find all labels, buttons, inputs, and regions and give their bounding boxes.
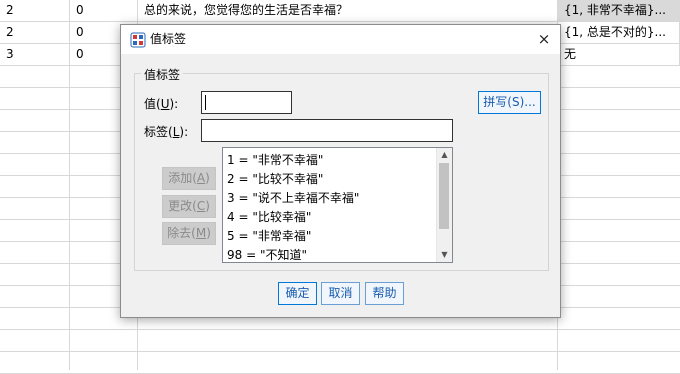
- value-field-label: 值(U):: [144, 97, 179, 111]
- table-row[interactable]: 2 0 总的来说，您觉得您的生活是否幸福？ {1, 非常不幸福}...: [0, 0, 680, 22]
- list-item[interactable]: 2 = "比较不幸福": [227, 170, 323, 189]
- list-item[interactable]: 1 = "非常不幸福": [227, 151, 323, 170]
- scroll-down-icon[interactable]: ▼: [437, 248, 452, 262]
- table-row[interactable]: [0, 330, 680, 352]
- list-item[interactable]: 3 = "说不上幸福不幸福": [227, 189, 359, 208]
- group-label: 值标签: [141, 66, 184, 83]
- grid-cell[interactable]: 2: [0, 22, 70, 43]
- label-field-label: 标签(L):: [144, 125, 189, 139]
- list-item[interactable]: 5 = "非常幸福": [227, 227, 311, 246]
- scrollbar-thumb[interactable]: [439, 163, 449, 229]
- remove-button[interactable]: 除去(M): [162, 222, 216, 245]
- grid-cell[interactable]: {1, 非常不幸福}...: [558, 0, 680, 21]
- add-button[interactable]: 添加(A): [162, 167, 216, 190]
- scroll-up-icon[interactable]: ▲: [437, 148, 452, 162]
- value-labels-icon: [130, 32, 146, 48]
- ok-button[interactable]: 确定: [278, 282, 317, 305]
- list-item[interactable]: 4 = "比较幸福": [227, 208, 311, 227]
- cancel-button[interactable]: 取消: [321, 282, 360, 305]
- grid-cell[interactable]: 总的来说，您觉得您的生活是否幸福？: [138, 0, 558, 21]
- grid-divider: [69, 0, 70, 370]
- value-labels-dialog: 值标签 × 值标签 值(U): 标签(L): 拼写(S)... 添加(A) 更改…: [120, 24, 561, 318]
- table-row[interactable]: [0, 352, 680, 374]
- change-button[interactable]: 更改(C): [162, 195, 216, 218]
- text-caret: [205, 95, 206, 110]
- grid-cell[interactable]: 3: [0, 44, 70, 65]
- grid-cell[interactable]: {1, 总是不对的}...: [558, 22, 680, 43]
- vertical-scrollbar[interactable]: ▲ ▼: [436, 148, 452, 262]
- value-input[interactable]: [201, 91, 292, 114]
- grid-cell[interactable]: 无: [558, 44, 680, 65]
- label-input[interactable]: [201, 119, 453, 142]
- spelling-button[interactable]: 拼写(S)...: [478, 91, 541, 114]
- dialog-title: 值标签: [150, 32, 187, 46]
- list-item[interactable]: 98 = "不知道": [227, 246, 307, 262]
- grid-cell[interactable]: 2: [0, 0, 70, 21]
- value-labels-list[interactable]: 1 = "非常不幸福" 2 = "比较不幸福" 3 = "说不上幸福不幸福" 4…: [222, 147, 453, 263]
- close-icon[interactable]: ×: [528, 25, 560, 54]
- dialog-titlebar[interactable]: 值标签 ×: [121, 25, 560, 54]
- grid-cell[interactable]: 0: [70, 0, 138, 21]
- help-button[interactable]: 帮助: [365, 282, 404, 305]
